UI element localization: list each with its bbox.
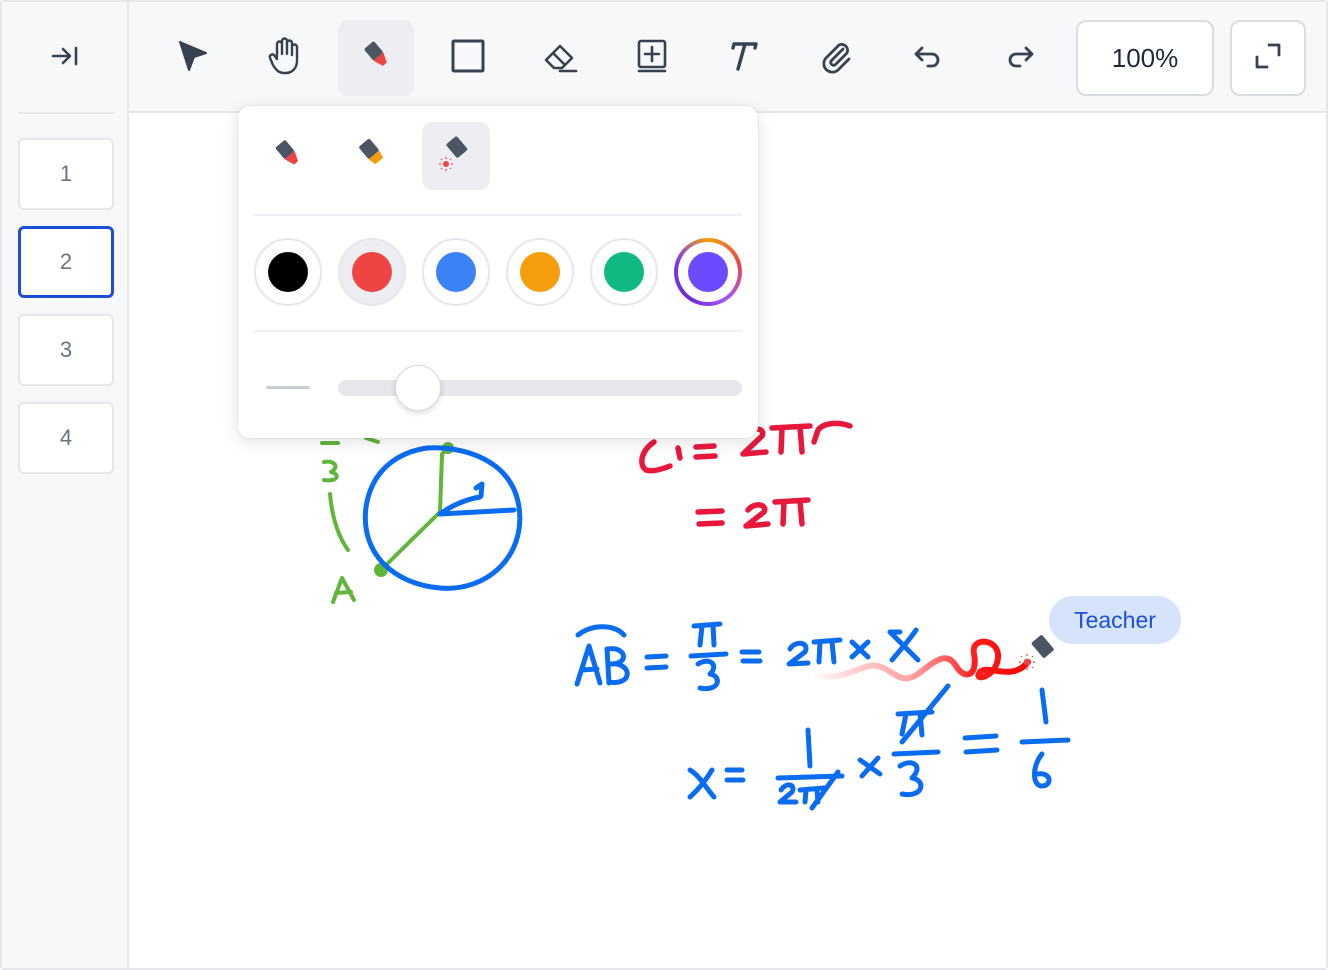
popover-divider: [254, 214, 742, 216]
swatch-ring: [678, 242, 738, 302]
redo-icon: [1002, 38, 1038, 79]
page-sidebar: 1 2 3 4: [2, 2, 129, 968]
collapse-right-icon: [50, 44, 80, 73]
swatch-dot: [604, 252, 644, 292]
add-box-icon: [632, 36, 672, 81]
add-page-button[interactable]: [614, 20, 690, 96]
zoom-level-button[interactable]: 100%: [1076, 20, 1214, 96]
red-ink: [639, 420, 853, 529]
pan-tool-button[interactable]: [246, 20, 322, 96]
color-black-swatch[interactable]: [254, 238, 322, 306]
collaborator-cursor-label: Teacher: [1049, 596, 1181, 644]
text-icon: [724, 36, 764, 81]
popover-divider: [254, 330, 742, 332]
swatch-dot: [352, 252, 392, 292]
pen-icon: [358, 38, 394, 79]
color-custom-swatch[interactable]: [674, 238, 742, 306]
page-number: 4: [59, 425, 73, 450]
blue-ink: [362, 445, 1071, 811]
page-number: 1: [59, 161, 73, 186]
laser-pen-option[interactable]: [422, 122, 490, 190]
page-thumb-4[interactable]: 4: [18, 402, 114, 474]
swatch-dot: [520, 252, 560, 292]
zoom-label: 100%: [1111, 42, 1179, 73]
redo-button[interactable]: [982, 20, 1058, 96]
green-ink: [320, 436, 450, 604]
fullscreen-button[interactable]: [1230, 20, 1306, 96]
eraser-icon: [540, 36, 580, 81]
highlighter-pen-option[interactable]: [338, 122, 406, 190]
eraser-tool-button[interactable]: [522, 20, 598, 96]
whiteboard-app: 1 2 3 4 100% Teacher: [0, 0, 1328, 970]
cursor-name: Teacher: [1074, 606, 1156, 633]
toolbar: 100%: [129, 2, 1326, 113]
undo-icon: [910, 38, 946, 79]
square-icon: [448, 36, 488, 81]
marker-pen-option[interactable]: [254, 122, 322, 190]
undo-button[interactable]: [890, 20, 966, 96]
page-number: 3: [59, 337, 73, 362]
collapse-sidebar-button[interactable]: [36, 32, 94, 84]
select-tool-button[interactable]: [154, 20, 230, 96]
marker-icon: [270, 136, 306, 177]
thickness-preview: [266, 386, 310, 389]
thickness-slider[interactable]: [338, 365, 742, 411]
pointer-icon: [172, 36, 212, 81]
swatch-dot: [436, 252, 476, 292]
page-thumb-3[interactable]: 3: [18, 314, 114, 386]
color-green-swatch[interactable]: [590, 238, 658, 306]
shape-tool-button[interactable]: [430, 20, 506, 96]
color-blue-swatch[interactable]: [422, 238, 490, 306]
color-red-swatch[interactable]: [338, 238, 406, 306]
laser-trail: [811, 638, 1031, 682]
hand-icon: [264, 35, 304, 82]
page-thumb-1[interactable]: 1: [18, 138, 114, 210]
pen-tool-button[interactable]: [338, 20, 414, 96]
text-tool-button[interactable]: [706, 20, 782, 96]
attach-button[interactable]: [798, 20, 874, 96]
laser-pointer-icon: [436, 134, 476, 179]
thickness-slider-thumb[interactable]: [395, 365, 442, 411]
highlighter-icon: [354, 136, 390, 177]
color-orange-swatch[interactable]: [506, 238, 574, 306]
page-thumb-2[interactable]: 2: [18, 226, 114, 298]
swatch-dot: [268, 252, 308, 292]
swatch-dot: [688, 252, 728, 292]
paperclip-icon: [816, 36, 856, 81]
page-number: 2: [59, 249, 73, 274]
sidebar-divider: [18, 112, 114, 114]
pen-settings-popover: [238, 106, 758, 438]
fullscreen-icon: [1251, 39, 1285, 78]
